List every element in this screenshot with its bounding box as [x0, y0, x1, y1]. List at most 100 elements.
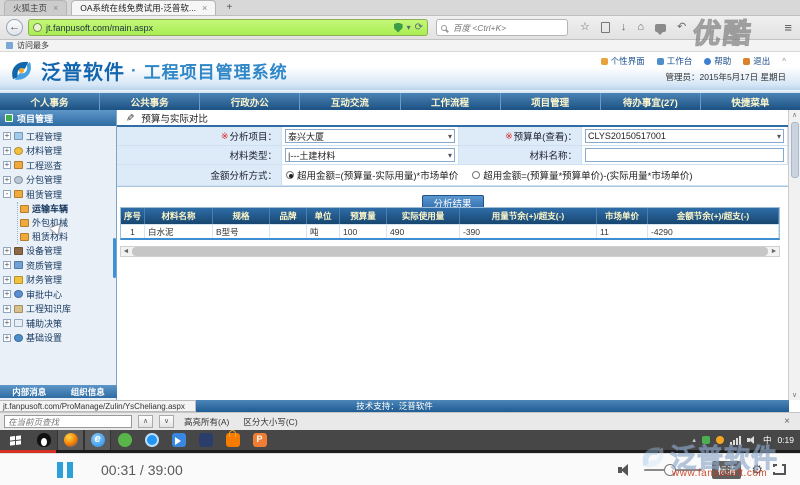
- menu-quick[interactable]: 快捷菜单: [701, 93, 800, 110]
- expand-icon[interactable]: +: [3, 319, 11, 327]
- taskbar-app-chat[interactable]: [246, 430, 273, 450]
- expand-icon[interactable]: +: [3, 176, 11, 184]
- expand-icon[interactable]: +: [3, 161, 11, 169]
- tree-item-knowledge[interactable]: +工程知识库: [3, 302, 116, 317]
- find-prev-button[interactable]: ∧: [138, 415, 153, 428]
- expand-icon[interactable]: +: [3, 305, 11, 313]
- player-volume-icon[interactable]: [618, 463, 634, 477]
- link-personalize[interactable]: 个性界面: [601, 55, 645, 67]
- chat-icon[interactable]: [655, 24, 666, 32]
- tree-item-qualification[interactable]: +资质管理: [3, 258, 116, 273]
- tree-item-subcontract[interactable]: +分包管理: [3, 173, 116, 188]
- tree-item-equipment[interactable]: +设备管理: [3, 244, 116, 259]
- tree-item-finance[interactable]: +财务管理: [3, 273, 116, 288]
- table-row[interactable]: 1 白水泥 B型号 吨 100 490 -390 11 -4290: [121, 224, 779, 238]
- tab-firefox-home[interactable]: 火狐主页 ×: [4, 0, 67, 15]
- scroll-left-icon[interactable]: ◄: [121, 248, 131, 255]
- tree-item-settings[interactable]: +基础设置: [3, 331, 116, 346]
- expand-icon[interactable]: +: [3, 276, 11, 284]
- expand-icon[interactable]: +: [3, 132, 11, 140]
- shield-icon[interactable]: [394, 23, 403, 33]
- highlight-all-button[interactable]: 高亮所有(A): [180, 416, 233, 428]
- chevron-down-icon[interactable]: ▾: [407, 23, 411, 32]
- scrollbar-thumb[interactable]: [132, 247, 768, 256]
- bookmarks-item-most-visited[interactable]: 访问最多: [17, 40, 49, 51]
- link-logout[interactable]: 退出: [743, 55, 770, 67]
- horizontal-scrollbar[interactable]: ◄ ►: [120, 246, 780, 257]
- address-bar[interactable]: jt.fanpusoft.com/main.aspx ▾ ⟳: [28, 19, 428, 36]
- bookmark-star-icon[interactable]: ☆: [580, 22, 590, 33]
- find-next-button[interactable]: ∨: [159, 415, 174, 428]
- tree-item-outsourced-machinery[interactable]: 外包机械: [20, 216, 116, 230]
- match-case-button[interactable]: 区分大小写(C): [239, 416, 301, 428]
- scroll-up-icon[interactable]: ∧: [789, 111, 800, 119]
- budget-sheet-select[interactable]: CLYS20150517001▾: [585, 129, 784, 143]
- bookmarks-menu-icon[interactable]: [601, 22, 610, 33]
- radio-method-2[interactable]: 超用金额=(预算量*预算单价)-(实际用量*市场单价): [472, 168, 692, 182]
- refresh-icon[interactable]: ⟳: [415, 22, 423, 33]
- menu-workflow[interactable]: 工作流程: [401, 93, 501, 110]
- tree-item-transport-vehicles[interactable]: 运输车辆: [20, 202, 116, 216]
- tree-item-engineering[interactable]: +工程管理: [3, 129, 116, 144]
- tree-item-leased-materials[interactable]: 租赁材料: [20, 230, 116, 244]
- expand-icon[interactable]: +: [3, 247, 11, 255]
- menu-admin-office[interactable]: 行政办公: [200, 93, 300, 110]
- taskbar-app-lock[interactable]: [219, 430, 246, 450]
- tab-org-info[interactable]: 组织信息: [71, 386, 105, 398]
- menu-personal[interactable]: 个人事务: [0, 93, 100, 110]
- find-close-icon[interactable]: ×: [784, 416, 790, 427]
- tree-item-decision[interactable]: +辅助决策: [3, 316, 116, 331]
- page-vertical-scrollbar[interactable]: ∧ ∨: [788, 110, 800, 400]
- taskbar-app-firefox[interactable]: [57, 430, 84, 450]
- tree-item-material[interactable]: +材料管理: [3, 144, 116, 159]
- link-help[interactable]: 帮助: [704, 55, 731, 67]
- taskbar-app-qq[interactable]: [30, 430, 57, 450]
- radio-checked-icon[interactable]: [286, 171, 294, 179]
- header-collapse-icon[interactable]: ^: [782, 57, 786, 66]
- sidebar-scrollbar-thumb[interactable]: [113, 238, 116, 278]
- taskbar-app-netdisk[interactable]: [165, 430, 192, 450]
- menu-project-mgmt[interactable]: 项目管理: [501, 93, 601, 110]
- start-button[interactable]: [0, 430, 30, 450]
- tree-item-inspection[interactable]: +工程巡查: [3, 158, 116, 173]
- tab-oa-system[interactable]: OA系统在线免费试用-泛普软... ×: [71, 0, 216, 15]
- find-input[interactable]: [4, 415, 132, 428]
- taskbar-app-360[interactable]: [138, 430, 165, 450]
- expand-icon[interactable]: +: [3, 261, 11, 269]
- tree-item-approval[interactable]: +审批中心: [3, 287, 116, 302]
- expand-icon[interactable]: +: [3, 290, 11, 298]
- scrollbar-thumb[interactable]: [791, 122, 799, 178]
- collapse-icon[interactable]: -: [3, 190, 11, 198]
- tab-internal-messages[interactable]: 内部消息: [12, 386, 46, 398]
- new-tab-button[interactable]: +: [219, 2, 239, 15]
- undo-icon[interactable]: ↶: [677, 22, 686, 33]
- taskbar-app-green[interactable]: [111, 430, 138, 450]
- pause-button[interactable]: [57, 462, 73, 478]
- scroll-right-icon[interactable]: ►: [769, 248, 779, 255]
- link-workbench[interactable]: 工作台: [657, 55, 693, 67]
- radio-method-1[interactable]: 超用金额=(预算量-实际用量)*市场单价: [286, 168, 458, 182]
- menu-icon[interactable]: ≡: [784, 20, 792, 35]
- back-button[interactable]: ←: [6, 19, 23, 36]
- material-name-input[interactable]: [585, 148, 784, 162]
- search-input[interactable]: [451, 22, 563, 34]
- tree-item-lease[interactable]: -租赁管理: [3, 187, 116, 202]
- radio-unchecked-icon[interactable]: [472, 171, 480, 179]
- menu-public[interactable]: 公共事务: [100, 93, 200, 110]
- tray-clock[interactable]: 0:19: [777, 435, 794, 445]
- expand-icon[interactable]: +: [3, 147, 11, 155]
- analysis-project-select[interactable]: 泰兴大厦▾: [285, 129, 455, 143]
- taskbar-app-navy[interactable]: [192, 430, 219, 450]
- tab-close-icon[interactable]: ×: [202, 3, 207, 13]
- tab-close-icon[interactable]: ×: [53, 3, 58, 13]
- menu-communication[interactable]: 互动交流: [300, 93, 400, 110]
- search-box[interactable]: [436, 19, 568, 36]
- expand-icon[interactable]: +: [3, 334, 11, 342]
- home-icon[interactable]: ⌂: [637, 22, 644, 33]
- material-type-select[interactable]: |---土建材料▾: [285, 148, 455, 162]
- col-amount-diff: 金额节余(+)/超支(-): [648, 208, 779, 224]
- taskbar-app-ie[interactable]: [84, 430, 111, 450]
- downloads-icon[interactable]: ↓: [621, 22, 627, 33]
- scroll-down-icon[interactable]: ∨: [789, 391, 800, 399]
- menu-todo[interactable]: 待办事宜(27): [601, 93, 701, 110]
